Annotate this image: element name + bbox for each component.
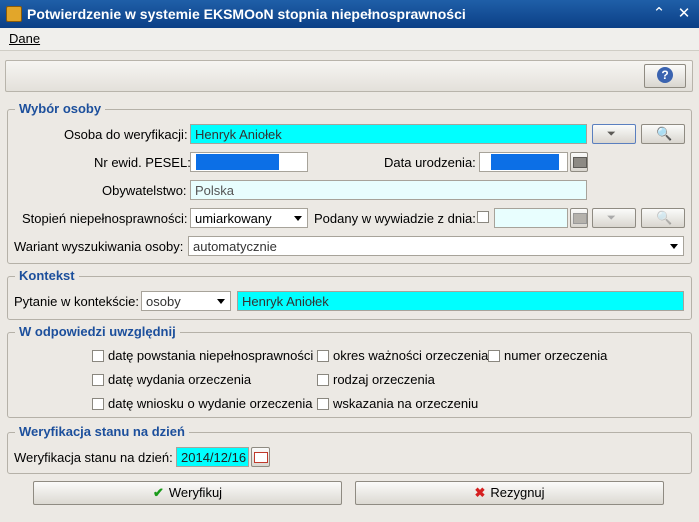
weryfikuj-button[interactable]: ✔ Weryfikuj xyxy=(33,481,342,505)
stopien-value: umiarkowany xyxy=(195,211,272,226)
group-odpowiedz: W odpowiedzi uwzględnij datę powstania n… xyxy=(7,324,692,418)
group-kontekst-legend: Kontekst xyxy=(15,268,79,283)
filter-button[interactable]: ⏷ xyxy=(592,124,636,144)
dropdown-arrow-icon xyxy=(217,299,225,304)
checkbox-data-wniosku[interactable] xyxy=(92,398,104,410)
menu-bar: Dane xyxy=(0,28,699,51)
dropdown-arrow-icon xyxy=(670,244,678,249)
search-icon: 🔍 xyxy=(656,210,673,225)
redacted-block xyxy=(196,154,279,170)
option-label: numer orzeczenia xyxy=(504,348,608,363)
collapse-icon[interactable]: ⌃ xyxy=(650,5,668,23)
wariant-select[interactable]: automatycznie xyxy=(188,236,684,256)
podany-date-field[interactable] xyxy=(494,208,568,228)
calendar-button[interactable] xyxy=(570,152,588,172)
search-button[interactable]: 🔍 xyxy=(641,124,685,144)
group-weryfikacja-legend: Weryfikacja stanu na dzień xyxy=(15,424,189,439)
option-label: datę powstania niepełnosprawności xyxy=(108,348,314,363)
menu-dane[interactable]: Dane xyxy=(9,31,40,46)
pytanie-select[interactable]: osoby xyxy=(141,291,231,311)
checkbox-data-powstania[interactable] xyxy=(92,350,104,362)
osoba-field[interactable]: Henryk Aniołek xyxy=(190,124,587,144)
podany-checkbox[interactable] xyxy=(477,211,489,223)
stopien-label: Stopień niepełnosprawności: xyxy=(22,211,188,226)
osoba-label: Osoba do weryfikacji: xyxy=(64,127,188,142)
check-icon: ✔ xyxy=(152,485,164,500)
group-odpowiedz-legend: W odpowiedzi uwzględnij xyxy=(15,324,180,339)
checkbox-rodzaj-orzeczenia[interactable] xyxy=(317,374,329,386)
weryfikacja-date-field[interactable]: 2014/12/16 xyxy=(176,447,249,467)
calendar-icon xyxy=(573,157,587,168)
checkbox-numer-orzeczenia[interactable] xyxy=(488,350,500,362)
app-icon xyxy=(6,6,22,22)
close-icon[interactable]: ✕ xyxy=(675,5,693,23)
stopien-select[interactable]: umiarkowany xyxy=(190,208,308,228)
pesel-label: Nr ewid. PESEL: xyxy=(94,155,191,170)
checkbox-data-wydania[interactable] xyxy=(92,374,104,386)
wariant-value: automatycznie xyxy=(193,239,277,254)
kontekst-osoba-field[interactable]: Henryk Aniołek xyxy=(237,291,684,311)
rezygnuj-button[interactable]: ✖ Rezygnuj xyxy=(355,481,664,505)
filter-button-disabled[interactable]: ⏷ xyxy=(592,208,636,228)
help-button[interactable]: ? xyxy=(644,64,686,88)
weryfikacja-label: Weryfikacja stanu na dzień: xyxy=(14,450,173,465)
calendar-button[interactable] xyxy=(251,447,270,467)
data-urodzenia-label: Data urodzenia: xyxy=(384,155,476,170)
search-button-disabled[interactable]: 🔍 xyxy=(641,208,685,228)
calendar-icon xyxy=(573,213,587,224)
wariant-label: Wariant wyszukiwania osoby: xyxy=(14,239,184,254)
title-bar: Potwierdzenie w systemie EKSMOoN stopnia… xyxy=(0,0,699,28)
toolbar: ? xyxy=(5,60,693,92)
option-label: rodzaj orzeczenia xyxy=(333,372,435,387)
group-weryfikacja: Weryfikacja stanu na dzień Weryfikacja s… xyxy=(7,424,692,474)
checkbox-wskazania[interactable] xyxy=(317,398,329,410)
group-wybor-osoby: Wybór osoby Osoba do weryfikacji: Henryk… xyxy=(7,101,692,264)
data-urodzenia-field[interactable] xyxy=(479,152,568,172)
obywatelstwo-label: Obywatelstwo: xyxy=(102,183,187,198)
pytanie-label: Pytanie w kontekście: xyxy=(14,294,140,309)
help-icon: ? xyxy=(657,67,673,83)
option-label: wskazania na orzeczeniu xyxy=(333,396,479,411)
redacted-block xyxy=(491,154,559,170)
weryfikuj-label: Weryfikuj xyxy=(168,485,223,500)
group-kontekst: Kontekst Pytanie w kontekście: osoby Hen… xyxy=(7,268,692,320)
group-wybor-legend: Wybór osoby xyxy=(15,101,106,116)
obywatelstwo-field[interactable]: Polska xyxy=(190,180,587,200)
calendar-button-disabled[interactable] xyxy=(570,208,588,228)
pytanie-value: osoby xyxy=(146,294,181,309)
rezygnuj-label: Rezygnuj xyxy=(490,485,545,500)
podany-label: Podany w wywiadzie z dnia: xyxy=(314,211,476,226)
pesel-field[interactable] xyxy=(190,152,308,172)
dialog-window: Potwierdzenie w systemie EKSMOoN stopnia… xyxy=(0,0,699,522)
option-label: datę wniosku o wydanie orzeczenia xyxy=(108,396,313,411)
cancel-icon: ✖ xyxy=(474,485,486,500)
filter-icon: ⏷ xyxy=(607,128,616,140)
calendar-icon xyxy=(254,452,268,463)
search-icon: 🔍 xyxy=(656,126,673,141)
option-label: datę wydania orzeczenia xyxy=(108,372,252,387)
dropdown-arrow-icon xyxy=(294,216,302,221)
filter-icon: ⏷ xyxy=(607,212,616,224)
option-label: okres ważności orzeczenia xyxy=(333,348,489,363)
window-title: Potwierdzenie w systemie EKSMOoN stopnia… xyxy=(27,6,466,22)
checkbox-okres-waznosci[interactable] xyxy=(317,350,329,362)
